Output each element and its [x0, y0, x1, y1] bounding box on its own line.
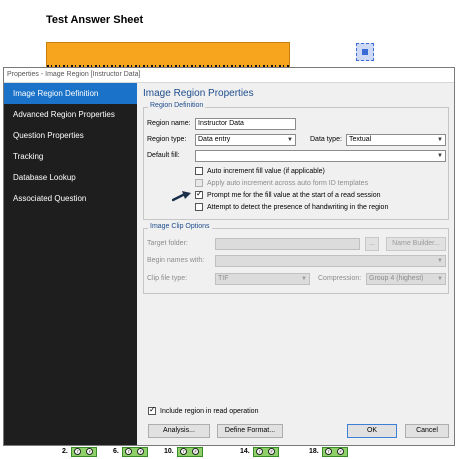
nav-item-database-lookup[interactable]: Database Lookup: [4, 167, 137, 188]
bubble-false[interactable]: F: [137, 448, 145, 455]
include-region-label: Include region in read operation: [160, 407, 259, 415]
region-name-label: Region name:: [147, 120, 191, 127]
apply-auto-increment-checkbox-row: Apply auto increment across auto form ID…: [195, 179, 368, 187]
bubble-false[interactable]: F: [86, 448, 94, 455]
region-type-select[interactable]: Data entry ▼: [195, 134, 296, 146]
compression-label: Compression:: [318, 275, 362, 282]
browse-button: ...: [365, 237, 379, 251]
bubble-true[interactable]: T: [74, 448, 82, 455]
barcode-region: [46, 42, 290, 70]
detect-handwriting-checkbox-row[interactable]: Attempt to detect the presence of handwr…: [195, 203, 388, 211]
question-item: 2. TF: [62, 446, 97, 457]
target-folder-label: Target folder:: [147, 240, 188, 247]
bubble-true[interactable]: T: [325, 448, 333, 455]
bubble-true[interactable]: T: [180, 448, 188, 455]
detect-handwriting-checkbox[interactable]: [195, 203, 203, 211]
clip-type-label: Clip file type:: [147, 275, 188, 282]
pointer-arrow-icon: [172, 191, 191, 202]
compression-value: Group 4 (highest): [369, 275, 424, 282]
answer-box[interactable]: TF: [321, 446, 348, 457]
dialog-title: Properties - Image Region [Instructor Da…: [7, 71, 141, 78]
answer-box[interactable]: TF: [70, 446, 97, 457]
chevron-down-icon: ▼: [437, 153, 443, 159]
compression-select: Group 4 (highest) ▼: [366, 273, 446, 285]
properties-nav: Image Region Definition Advanced Region …: [4, 83, 137, 445]
question-number: 14.: [240, 448, 250, 455]
default-fill-select[interactable]: ▼: [195, 150, 446, 162]
nav-item-tracking[interactable]: Tracking: [4, 146, 137, 167]
target-folder-input: [215, 238, 360, 250]
bubble-false[interactable]: F: [268, 448, 276, 455]
bubble-true[interactable]: T: [256, 448, 264, 455]
region-type-label: Region type:: [147, 136, 187, 143]
nav-item-question-properties[interactable]: Question Properties: [4, 125, 137, 146]
section-title: Image Region Properties: [143, 88, 254, 99]
apply-auto-increment-label: Apply auto increment across auto form ID…: [207, 179, 369, 187]
question-item: 18. TF: [309, 446, 348, 457]
chevron-down-icon: ▼: [287, 137, 293, 143]
question-item: 6. TF: [113, 446, 148, 457]
question-number: 10.: [164, 448, 174, 455]
region-definition-label: Region Definition: [148, 102, 206, 109]
prompt-fill-label: Prompt me for the fill value at the star…: [207, 191, 381, 199]
chevron-down-icon: ▼: [437, 276, 443, 282]
include-region-checkbox-row[interactable]: Include region in read operation: [148, 405, 259, 415]
region-definition-group: Region Definition Region name: Instructo…: [143, 102, 449, 220]
data-type-label: Data type:: [310, 136, 342, 143]
region-names-label: Begin names with:: [147, 257, 205, 264]
apply-auto-increment-checkbox: [195, 179, 203, 187]
sheet-title: Test Answer Sheet: [46, 14, 144, 26]
auto-increment-label: Auto increment fill value (if applicable…: [207, 167, 325, 175]
question-number: 6.: [113, 448, 119, 455]
question-number: 18.: [309, 448, 319, 455]
bubble-true[interactable]: T: [125, 448, 133, 455]
question-item: 10. TF: [164, 446, 203, 457]
chevron-down-icon: ▼: [437, 137, 443, 143]
properties-content: Image Region Properties Region Definitio…: [137, 83, 454, 445]
answer-box[interactable]: TF: [121, 446, 148, 457]
auto-increment-checkbox-row[interactable]: Auto increment fill value (if applicable…: [195, 167, 325, 175]
question-item: 14. TF: [240, 446, 279, 457]
region-name-input[interactable]: Instructor Data: [195, 118, 296, 130]
image-clip-group: Image Clip Options Target folder: ... Na…: [143, 223, 449, 294]
region-type-value: Data entry: [198, 136, 231, 143]
nav-item-image-region-definition[interactable]: Image Region Definition: [4, 83, 137, 104]
properties-dialog: Properties - Image Region [Instructor Da…: [3, 67, 455, 446]
bubble-false[interactable]: F: [337, 448, 345, 455]
clip-type-select: TIF ▼: [215, 273, 310, 285]
region-names-select: ▼: [215, 255, 446, 267]
prompt-fill-checkbox[interactable]: [195, 189, 203, 199]
image-clip-label: Image Clip Options: [148, 223, 212, 230]
answer-box[interactable]: TF: [176, 446, 203, 457]
cancel-button[interactable]: Cancel: [405, 424, 449, 438]
ok-button[interactable]: OK: [347, 424, 397, 438]
data-type-select[interactable]: Textual ▼: [346, 134, 446, 146]
question-number: 2.: [62, 448, 68, 455]
selected-region-handle[interactable]: [356, 43, 374, 61]
data-type-value: Textual: [349, 136, 372, 143]
name-builder-button: Name Builder...: [386, 237, 446, 251]
define-format-button[interactable]: Define Format...: [217, 424, 283, 438]
include-region-checkbox[interactable]: [148, 405, 156, 415]
bubble-false[interactable]: F: [192, 448, 200, 455]
detect-handwriting-label: Attempt to detect the presence of handwr…: [207, 203, 389, 211]
dialog-titlebar[interactable]: Properties - Image Region [Instructor Da…: [4, 68, 454, 83]
auto-increment-checkbox[interactable]: [195, 167, 203, 175]
analysis-button[interactable]: Analysis...: [148, 424, 210, 438]
answer-box[interactable]: TF: [252, 446, 279, 457]
nav-item-associated-question[interactable]: Associated Question: [4, 188, 137, 209]
nav-item-advanced-region-properties[interactable]: Advanced Region Properties: [4, 104, 137, 125]
chevron-down-icon: ▼: [437, 258, 443, 264]
prompt-fill-checkbox-row[interactable]: Prompt me for the fill value at the star…: [195, 189, 381, 199]
clip-type-value: TIF: [218, 275, 229, 282]
chevron-down-icon: ▼: [301, 276, 307, 282]
default-fill-label: Default fill:: [147, 152, 180, 159]
